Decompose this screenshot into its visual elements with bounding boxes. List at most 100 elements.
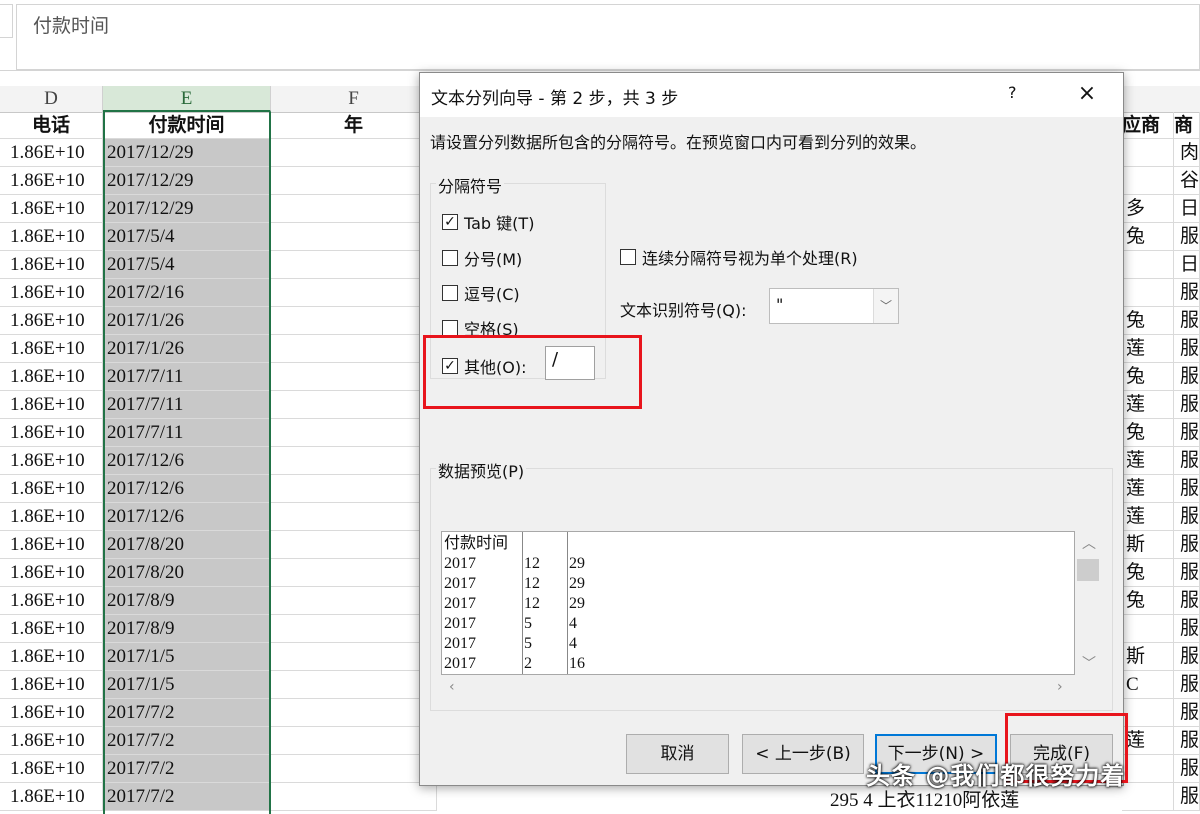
phone-cell[interactable]: 1.86E+10 [0,307,103,335]
product-cell[interactable]: 服 [1174,587,1200,615]
payment-time-cell[interactable]: 2017/1/5 [103,671,271,699]
year-cell[interactable] [271,139,437,167]
supplier-cell[interactable]: C [1122,671,1174,699]
year-cell[interactable] [271,727,437,755]
supplier-cell[interactable]: 斯 [1122,643,1174,671]
payment-time-cell[interactable]: 2017/8/9 [103,587,271,615]
supplier-cell[interactable]: 兔 [1122,419,1174,447]
semicolon-checkbox-row[interactable]: 分号(M) [442,246,522,270]
payment-time-cell[interactable]: 2017/1/5 [103,643,271,671]
help-button[interactable]: ? [1008,83,1017,102]
payment-time-cell[interactable]: 2017/7/11 [103,419,271,447]
phone-cell[interactable]: 1.86E+10 [0,699,103,727]
qualifier-select[interactable]: " ﹀ [769,288,899,324]
phone-cell[interactable]: 1.86E+10 [0,167,103,195]
product-cell[interactable]: 服 [1174,307,1200,335]
year-cell[interactable] [271,419,437,447]
scroll-down-icon[interactable]: ﹀ [1082,653,1096,673]
phone-cell[interactable]: 1.86E+10 [0,419,103,447]
supplier-cell[interactable]: 莲 [1122,391,1174,419]
product-cell[interactable]: 服 [1174,335,1200,363]
phone-cell[interactable]: 1.86E+10 [0,643,103,671]
payment-time-cell[interactable]: 2017/8/20 [103,559,271,587]
year-cell[interactable] [271,475,437,503]
supplier-cell[interactable] [1122,615,1174,643]
year-cell[interactable] [271,195,437,223]
supplier-cell[interactable]: 兔 [1122,307,1174,335]
header-cell-payment-time[interactable]: 付款时间 [103,112,271,139]
comma-checkbox-row[interactable]: 逗号(C) [442,281,520,305]
product-cell[interactable]: 服 [1174,755,1200,783]
close-icon[interactable]: × [1072,79,1102,109]
payment-time-cell[interactable]: 2017/7/2 [103,699,271,727]
supplier-cell[interactable] [1122,699,1174,727]
supplier-cell[interactable]: 莲 [1122,503,1174,531]
payment-time-cell[interactable]: 2017/7/2 [103,727,271,755]
preview-vertical-scrollbar[interactable]: ︿ ﹀ [1075,531,1101,675]
product-cell[interactable]: 服 [1174,279,1200,307]
comma-checkbox[interactable] [442,285,458,301]
product-cell[interactable]: 服 [1174,671,1200,699]
phone-cell[interactable]: 1.86E+10 [0,783,103,811]
supplier-cell[interactable] [1122,279,1174,307]
supplier-cell[interactable] [1122,251,1174,279]
phone-cell[interactable]: 1.86E+10 [0,391,103,419]
year-cell[interactable] [271,363,437,391]
payment-time-cell[interactable]: 2017/5/4 [103,223,271,251]
product-cell[interactable]: 服 [1174,503,1200,531]
payment-time-cell[interactable]: 2017/8/9 [103,615,271,643]
chevron-down-icon[interactable]: ﹀ [873,289,898,323]
product-cell[interactable]: 肉 [1174,139,1200,167]
payment-time-cell[interactable]: 2017/1/26 [103,335,271,363]
supplier-cell[interactable]: 莲 [1122,447,1174,475]
supplier-cell[interactable]: 兔 [1122,223,1174,251]
product-cell[interactable]: 服 [1174,643,1200,671]
phone-cell[interactable]: 1.86E+10 [0,531,103,559]
product-cell[interactable]: 日 [1174,195,1200,223]
product-cell[interactable]: 服 [1174,419,1200,447]
tab-checkbox[interactable]: ✓ [442,214,458,230]
product-cell[interactable]: 服 [1174,699,1200,727]
phone-cell[interactable]: 1.86E+10 [0,755,103,783]
preview-horizontal-scrollbar[interactable]: ‹ › [441,675,1075,701]
phone-cell[interactable]: 1.86E+10 [0,195,103,223]
phone-cell[interactable]: 1.86E+10 [0,559,103,587]
phone-cell[interactable]: 1.86E+10 [0,503,103,531]
supplier-cell[interactable] [1122,167,1174,195]
supplier-cell[interactable]: 莲 [1122,475,1174,503]
year-cell[interactable] [271,223,437,251]
supplier-cell[interactable] [1122,783,1174,811]
payment-time-cell[interactable]: 2017/2/16 [103,279,271,307]
column-header-e[interactable]: E [103,86,271,112]
product-cell[interactable]: 服 [1174,475,1200,503]
header-cell-phone[interactable]: 电话 [0,112,103,139]
payment-time-cell[interactable]: 2017/7/2 [103,755,271,783]
year-cell[interactable] [271,643,437,671]
year-cell[interactable] [271,251,437,279]
year-cell[interactable] [271,615,437,643]
scroll-thumb[interactable] [1077,559,1099,581]
year-cell[interactable] [271,307,437,335]
year-cell[interactable] [271,699,437,727]
supplier-cell[interactable]: 斯 [1122,531,1174,559]
header-cell-year[interactable]: 年 [271,112,437,139]
tab-checkbox-row[interactable]: ✓ Tab 键(T) [442,210,534,234]
product-cell[interactable]: 服 [1174,783,1200,811]
phone-cell[interactable]: 1.86E+10 [0,671,103,699]
cancel-button[interactable]: 取消 [626,734,729,774]
supplier-cell[interactable]: 兔 [1122,587,1174,615]
year-cell[interactable] [271,335,437,363]
supplier-cell[interactable]: 莲 [1122,727,1174,755]
product-cell[interactable]: 服 [1174,447,1200,475]
payment-time-cell[interactable]: 2017/1/26 [103,307,271,335]
payment-time-cell[interactable]: 2017/5/4 [103,251,271,279]
consecutive-checkbox-row[interactable]: 连续分隔符号视为单个处理(R) [620,245,858,269]
supplier-cell[interactable]: 兔 [1122,559,1174,587]
payment-time-cell[interactable]: 2017/12/29 [103,195,271,223]
phone-cell[interactable]: 1.86E+10 [0,447,103,475]
data-preview[interactable]: 付款时间 2017 12 29 2017 12 29 2017 12 29 2017 5 4 2017 5 4… [441,531,1075,675]
product-cell[interactable]: 服 [1174,727,1200,755]
payment-time-cell[interactable]: 2017/7/11 [103,391,271,419]
space-checkbox[interactable] [442,320,458,336]
payment-time-cell[interactable]: 2017/12/29 [103,139,271,167]
